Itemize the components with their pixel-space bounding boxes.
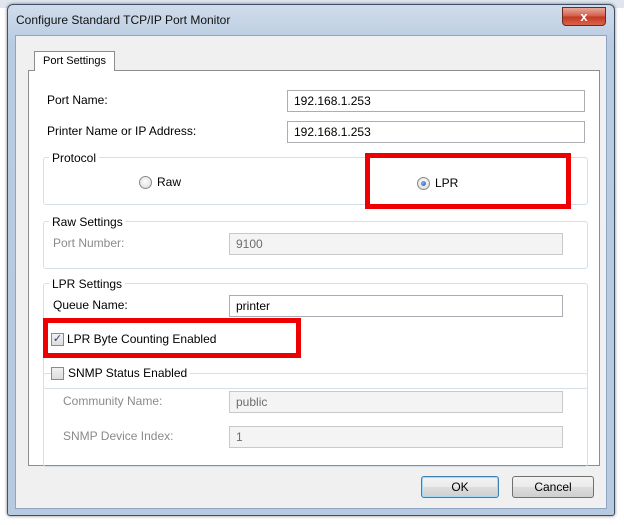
port-name-label: Port Name:: [47, 93, 108, 107]
printer-name-input[interactable]: 192.168.1.253: [287, 121, 585, 143]
community-name-label: Community Name:: [63, 394, 163, 408]
port-name-input[interactable]: 192.168.1.253: [287, 90, 585, 112]
protocol-legend: Protocol: [49, 151, 100, 165]
snmp-status-label[interactable]: SNMP Status Enabled: [65, 366, 191, 380]
raw-radio-label[interactable]: Raw: [157, 175, 181, 189]
ok-button[interactable]: OK: [421, 476, 499, 498]
community-name-input[interactable]: public: [229, 391, 563, 413]
printer-name-label: Printer Name or IP Address:: [47, 124, 197, 138]
byte-counting-highlight-box: [43, 318, 301, 358]
snmp-device-index-input[interactable]: 1: [229, 426, 563, 448]
lpr-highlight-box: [365, 153, 571, 209]
tab-port-settings[interactable]: Port Settings: [34, 51, 115, 71]
snmp-device-index-label: SNMP Device Index:: [63, 429, 174, 443]
dialog-window: Configure Standard TCP/IP Port Monitor x…: [7, 4, 615, 516]
window-title: Configure Standard TCP/IP Port Monitor: [16, 13, 231, 27]
port-settings-panel: Port Name: 192.168.1.253 Printer Name or…: [28, 70, 600, 467]
snmp-group: [43, 373, 588, 467]
dialog-client-area: Port Settings Port Name: 192.168.1.253 P…: [15, 35, 607, 509]
port-number-input[interactable]: 9100: [229, 233, 563, 255]
queue-name-input[interactable]: printer: [229, 295, 563, 317]
lpr-settings-legend: LPR Settings: [49, 277, 126, 291]
title-bar[interactable]: Configure Standard TCP/IP Port Monitor x: [8, 5, 614, 35]
close-button[interactable]: x: [562, 7, 606, 26]
port-number-label: Port Number:: [53, 236, 125, 250]
queue-name-label: Queue Name:: [53, 298, 128, 312]
snmp-status-checkbox[interactable]: [51, 367, 64, 380]
raw-radio[interactable]: [139, 176, 152, 189]
raw-settings-legend: Raw Settings: [49, 215, 126, 229]
cancel-button[interactable]: Cancel: [512, 476, 594, 498]
